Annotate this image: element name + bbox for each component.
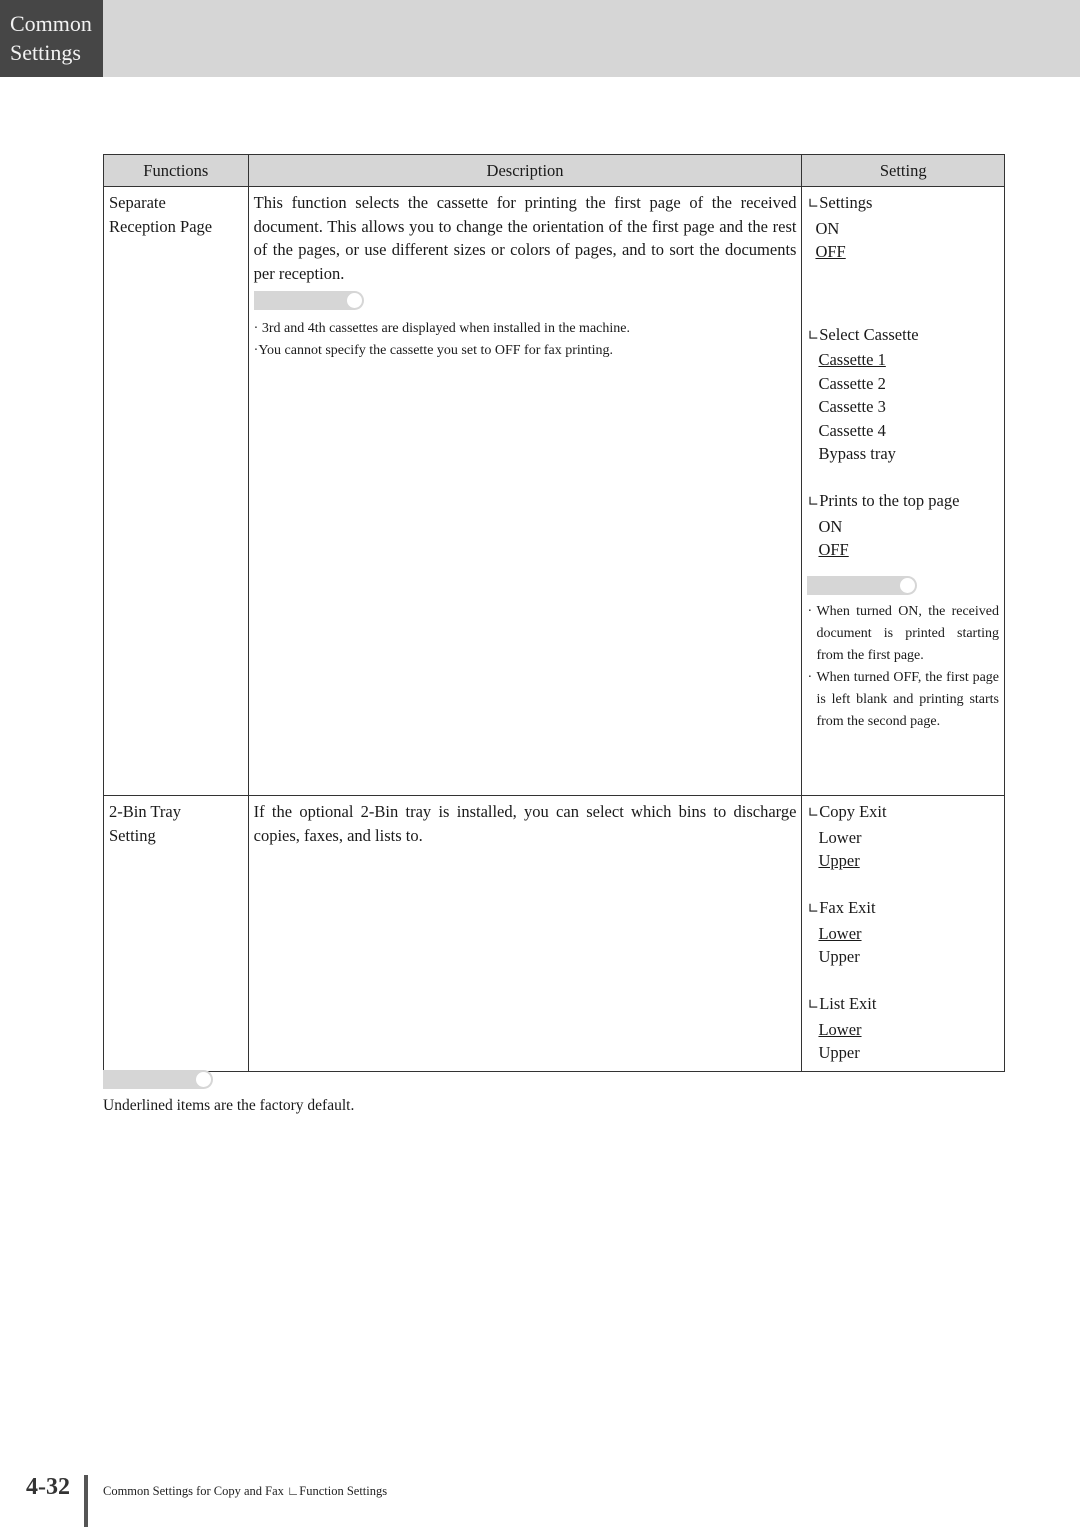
- table-row: Separate Reception Page This function se…: [103, 186, 1005, 796]
- setting-group-label: ∟Prints to the top page: [807, 491, 960, 510]
- setting-option: Upper: [818, 1043, 860, 1062]
- description-text: If the optional 2-Bin tray is installed,…: [253, 802, 797, 845]
- setting-group-label: ∟Select Cassette: [807, 324, 919, 344]
- description-cell: If the optional 2-Bin tray is installed,…: [247, 795, 803, 1072]
- note-item: · 3rd and 4th cassettes are displayed wh…: [253, 321, 630, 336]
- setting-option-default: OFF: [818, 540, 849, 559]
- section-tab-line-1: Common: [10, 11, 92, 36]
- setting-notes: · When turned ON, the received document i…: [807, 601, 999, 733]
- setting-group-label: ∟Settings: [807, 193, 873, 212]
- function-cell: 2-Bin Tray Setting: [103, 795, 249, 1072]
- note-item: ·You cannot specify the cassette you set…: [253, 343, 614, 358]
- setting-option-default: Lower: [818, 923, 862, 943]
- table-row: 2-Bin Tray Setting If the optional 2-Bin…: [103, 795, 1005, 1072]
- setting-group: ∟Copy Exit Lower Upper: [807, 800, 999, 873]
- setting-group-label: ∟Fax Exit: [807, 898, 876, 917]
- function-name-line: Separate: [109, 193, 166, 212]
- setting-cell: ∟Copy Exit Lower Upper ∟Fax Exit Lower U…: [801, 795, 1005, 1072]
- setting-option: Cassette 3: [818, 397, 886, 416]
- setting-option: Cassette 2: [818, 373, 886, 393]
- tree-branch-icon: ∟: [807, 494, 820, 510]
- section-tab: Common Settings: [0, 0, 103, 77]
- function-cell: Separate Reception Page: [103, 186, 249, 796]
- tree-branch-icon: ∟: [807, 805, 820, 821]
- function-name-line: Setting: [109, 825, 156, 845]
- setting-option: ON: [815, 218, 840, 238]
- setting-option-default: Cassette 1: [818, 350, 886, 369]
- setting-group: ∟Prints to the top page ON OFF: [807, 489, 999, 562]
- description-notes: · 3rd and 4th cassettes are displayed wh…: [254, 318, 797, 362]
- setting-option: Cassette 4: [818, 420, 886, 440]
- column-header-setting: Setting: [801, 154, 1005, 187]
- page-number: 4-32: [26, 1474, 70, 1500]
- note-item: · When turned OFF, the first page is left…: [807, 669, 999, 729]
- function-name-line: Reception Page: [109, 216, 213, 236]
- tree-branch-icon: ∟: [807, 901, 820, 917]
- setting-group: ∟Select Cassette Cassette 1 Cassette 2 C…: [807, 323, 999, 466]
- settings-table: Functions Description Setting Separate R…: [103, 154, 1005, 1072]
- tree-branch-icon: ∟: [807, 196, 820, 212]
- setting-option-default: OFF: [815, 242, 846, 261]
- column-header-functions: Functions: [103, 154, 249, 187]
- setting-cell: ∟Settings ON OFF ∟Select Cassette Casset…: [801, 186, 1005, 796]
- setting-option: Bypass tray: [818, 444, 896, 463]
- setting-option-default: Upper: [818, 851, 860, 870]
- function-name-line: 2-Bin Tray: [109, 802, 181, 821]
- section-tab-line-2: Settings: [10, 40, 81, 65]
- description-cell: This function selects the cassette for p…: [247, 186, 803, 796]
- note-label-icon: [807, 575, 918, 595]
- setting-option: Upper: [818, 947, 860, 966]
- header-bar: [0, 0, 1080, 77]
- tree-branch-icon: ∟: [807, 997, 820, 1013]
- note-item: · When turned ON, the received document i…: [807, 603, 999, 663]
- setting-group: ∟Fax Exit Lower Upper: [807, 896, 999, 969]
- column-header-description: Description: [247, 154, 803, 187]
- setting-option-default: Lower: [818, 1019, 862, 1039]
- setting-group-label: ∟List Exit: [807, 994, 877, 1013]
- setting-group: ∟Settings ON OFF: [807, 191, 999, 264]
- footnote: Underlined items are the factory default…: [103, 1097, 355, 1114]
- setting-option: Lower: [818, 827, 862, 847]
- setting-group: ∟List Exit Lower Upper: [807, 992, 999, 1065]
- description-text: This function selects the cassette for p…: [253, 193, 797, 283]
- tree-branch-icon: ∟: [807, 327, 820, 344]
- setting-group-label: ∟Copy Exit: [807, 802, 887, 821]
- note-label-icon: [103, 1070, 213, 1089]
- setting-option: ON: [818, 516, 843, 536]
- note-label-icon: [253, 291, 364, 310]
- breadcrumb: Common Settings for Copy and Fax ∟Functi…: [103, 1484, 388, 1498]
- table-header-row: Functions Description Setting: [103, 154, 1005, 187]
- page-divider: [84, 1475, 88, 1527]
